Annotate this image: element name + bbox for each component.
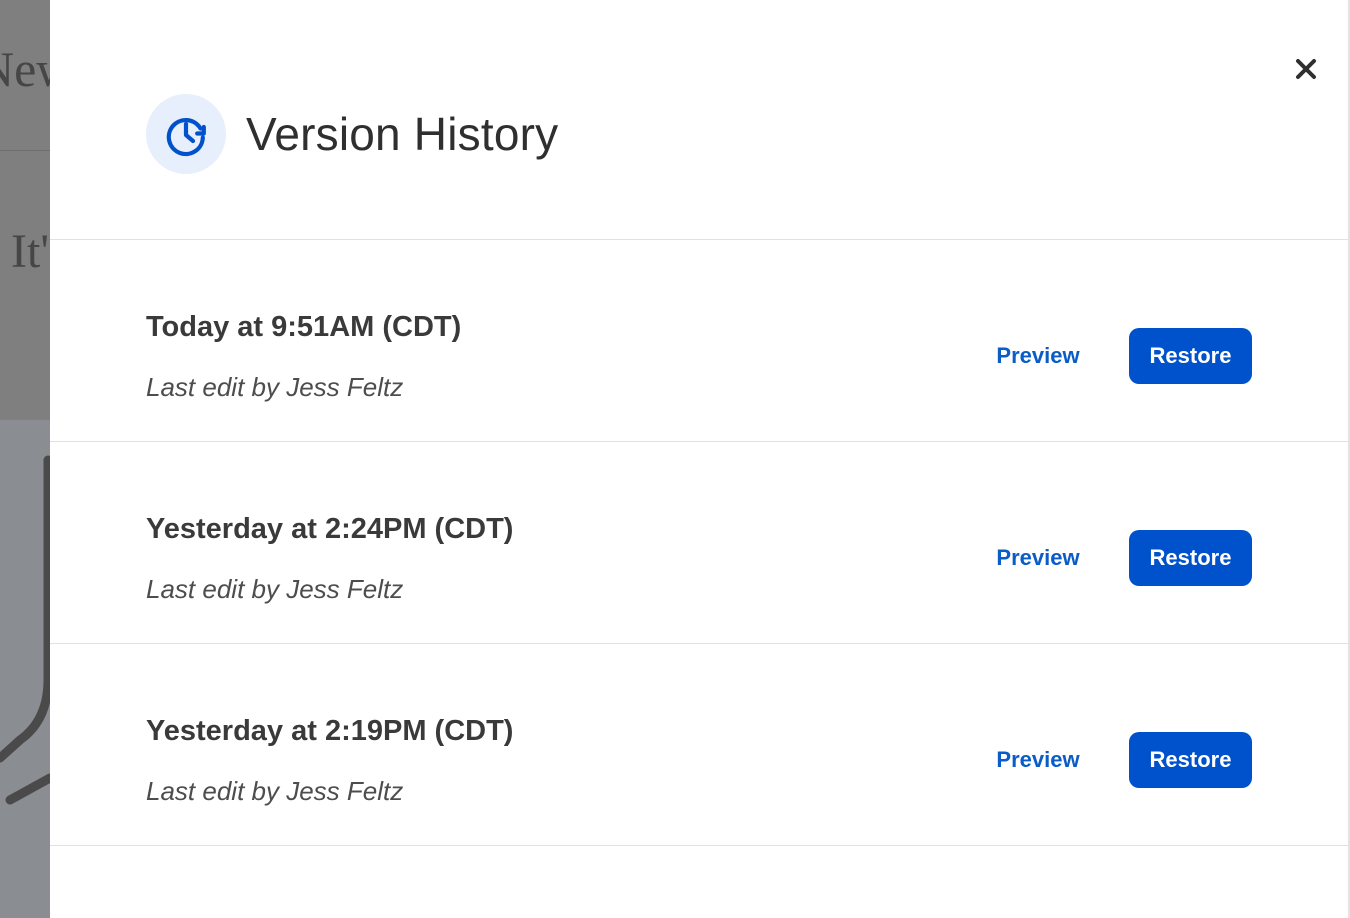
version-editor: Last edit by Jess Feltz <box>146 372 404 402</box>
version-row: Today at 9:51AM (CDT) Last edit by Jess … <box>50 240 1348 442</box>
version-row: Yesterday at 2:19PM (CDT) Last edit by J… <box>50 644 1348 846</box>
restore-button[interactable]: Restore <box>1129 732 1252 788</box>
version-editor: Last edit by Jess Feltz <box>146 776 404 806</box>
backdrop-heading-text: New <box>0 41 50 97</box>
version-history-drawer: Version History Today at 9:51AM (CDT) La… <box>50 0 1350 918</box>
close-icon <box>1296 59 1316 79</box>
preview-button[interactable]: Preview <box>970 540 1106 576</box>
restore-button[interactable]: Restore <box>1129 328 1252 384</box>
version-timestamp: Yesterday at 2:19PM (CDT) <box>146 715 514 747</box>
version-timestamp: Yesterday at 2:24PM (CDT) <box>146 513 514 545</box>
page-backdrop[interactable]: New It' <box>0 0 50 918</box>
preview-button[interactable]: Preview <box>970 338 1106 374</box>
version-editor: Last edit by Jess Feltz <box>146 574 404 604</box>
backdrop-illustration <box>0 455 50 805</box>
clock-history-icon <box>146 94 226 174</box>
version-list: Today at 9:51AM (CDT) Last edit by Jess … <box>50 240 1348 846</box>
version-row: Yesterday at 2:24PM (CDT) Last edit by J… <box>50 442 1348 644</box>
backdrop-body-text: It' <box>11 225 49 278</box>
close-button[interactable] <box>1283 46 1329 92</box>
preview-button[interactable]: Preview <box>970 742 1106 778</box>
drawer-header: Version History <box>50 0 1348 240</box>
backdrop-divider <box>0 150 50 151</box>
drawer-title: Version History <box>246 108 559 160</box>
version-timestamp: Today at 9:51AM (CDT) <box>146 311 462 343</box>
restore-button[interactable]: Restore <box>1129 530 1252 586</box>
